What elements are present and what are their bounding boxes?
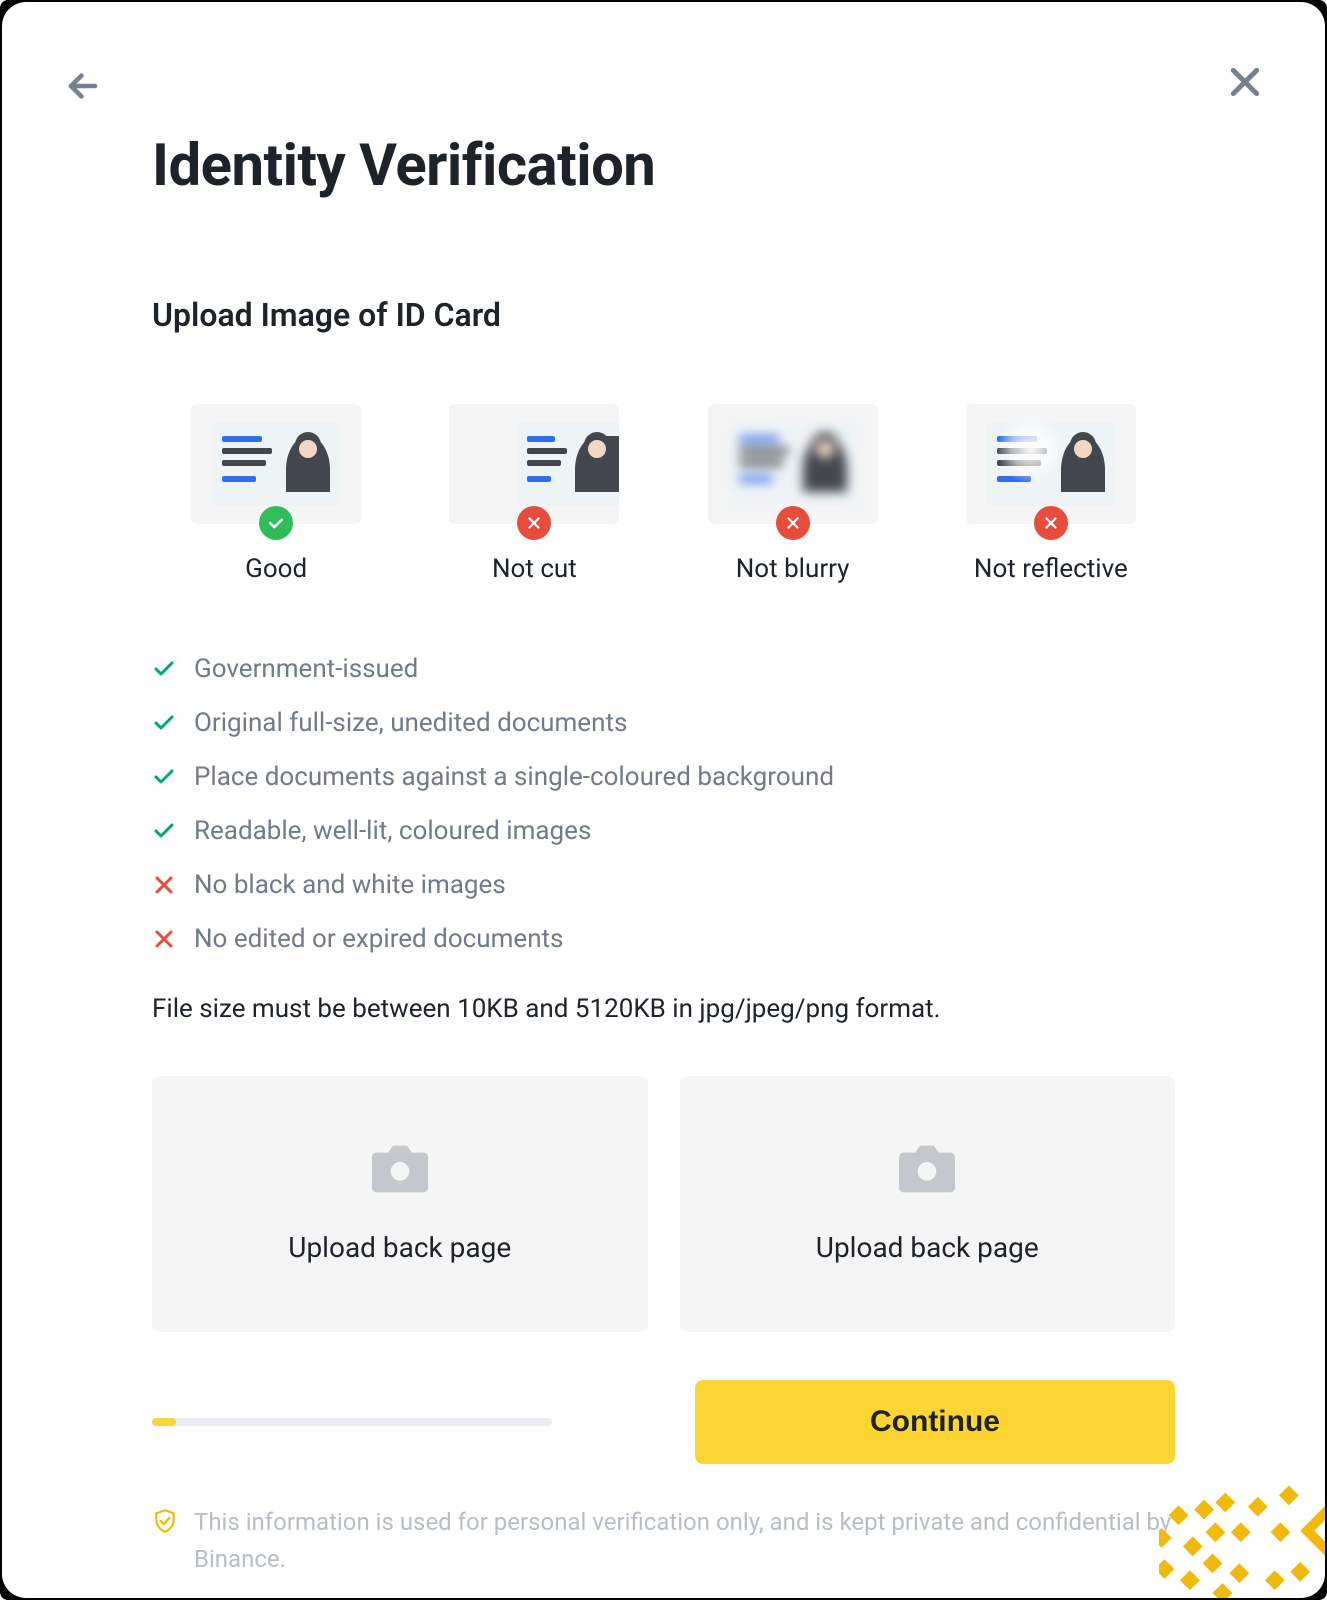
requirement-item: No black and white images (152, 870, 1175, 900)
x-circle-icon (776, 506, 810, 540)
x-circle-icon (517, 506, 551, 540)
close-button[interactable] (1225, 62, 1265, 102)
x-icon (152, 927, 176, 951)
qr-code-decoration (1159, 1432, 1325, 1598)
check-icon (152, 711, 176, 735)
example-cut: Not cut (410, 404, 658, 584)
requirement-item: Readable, well-lit, coloured images (152, 816, 1175, 846)
check-icon (152, 657, 176, 681)
id-example-reflective-icon (966, 404, 1136, 524)
progress-fill (152, 1418, 176, 1426)
progress-bar (152, 1418, 552, 1426)
id-example-cut-icon (449, 404, 619, 524)
example-label: Good (245, 554, 307, 584)
camera-icon (372, 1145, 428, 1193)
verification-modal: Identity Verification Upload Image of ID… (2, 2, 1325, 1598)
example-row: Good Not cut (152, 404, 1175, 584)
continue-button[interactable]: Continue (695, 1380, 1175, 1464)
example-label: Not cut (492, 554, 577, 584)
upload-label: Upload back page (288, 1231, 511, 1264)
x-icon (152, 873, 176, 897)
bottom-row: Continue (152, 1380, 1175, 1464)
requirement-text: Place documents against a single-coloure… (194, 762, 834, 792)
check-circle-icon (259, 506, 293, 540)
x-circle-icon (1034, 506, 1068, 540)
filesize-note: File size must be between 10KB and 5120K… (152, 994, 1175, 1024)
requirements-list: Government-issued Original full-size, un… (152, 654, 1175, 954)
example-blurry: Not blurry (669, 404, 917, 584)
upload-back-left[interactable]: Upload back page (152, 1076, 648, 1332)
example-label: Not blurry (736, 554, 850, 584)
example-good: Good (152, 404, 400, 584)
arrow-left-icon (62, 68, 104, 104)
requirement-text: Readable, well-lit, coloured images (194, 816, 591, 846)
check-icon (152, 765, 176, 789)
requirement-item: Government-issued (152, 654, 1175, 684)
upload-row: Upload back page Upload back page (152, 1076, 1175, 1332)
id-example-blurry-icon (708, 404, 878, 524)
requirement-text: Original full-size, unedited documents (194, 708, 627, 738)
requirement-text: No edited or expired documents (194, 924, 563, 954)
example-reflective: Not reflective (927, 404, 1175, 584)
back-button[interactable] (62, 68, 104, 104)
upload-label: Upload back page (816, 1231, 1039, 1264)
example-label: Not reflective (974, 554, 1128, 584)
check-icon (152, 819, 176, 843)
requirement-text: No black and white images (194, 870, 506, 900)
privacy-text: This information is used for personal ve… (194, 1504, 1175, 1578)
close-icon (1225, 62, 1265, 102)
requirement-text: Government-issued (194, 654, 418, 684)
requirement-item: Original full-size, unedited documents (152, 708, 1175, 738)
page-subtitle: Upload Image of ID Card (152, 296, 1175, 334)
camera-icon (899, 1145, 955, 1193)
requirement-item: No edited or expired documents (152, 924, 1175, 954)
requirement-item: Place documents against a single-coloure… (152, 762, 1175, 792)
privacy-footer: This information is used for personal ve… (152, 1504, 1175, 1578)
page-title: Identity Verification (152, 132, 1175, 200)
shield-check-icon (152, 1508, 178, 1534)
upload-back-right[interactable]: Upload back page (680, 1076, 1176, 1332)
id-example-good-icon (191, 404, 361, 524)
